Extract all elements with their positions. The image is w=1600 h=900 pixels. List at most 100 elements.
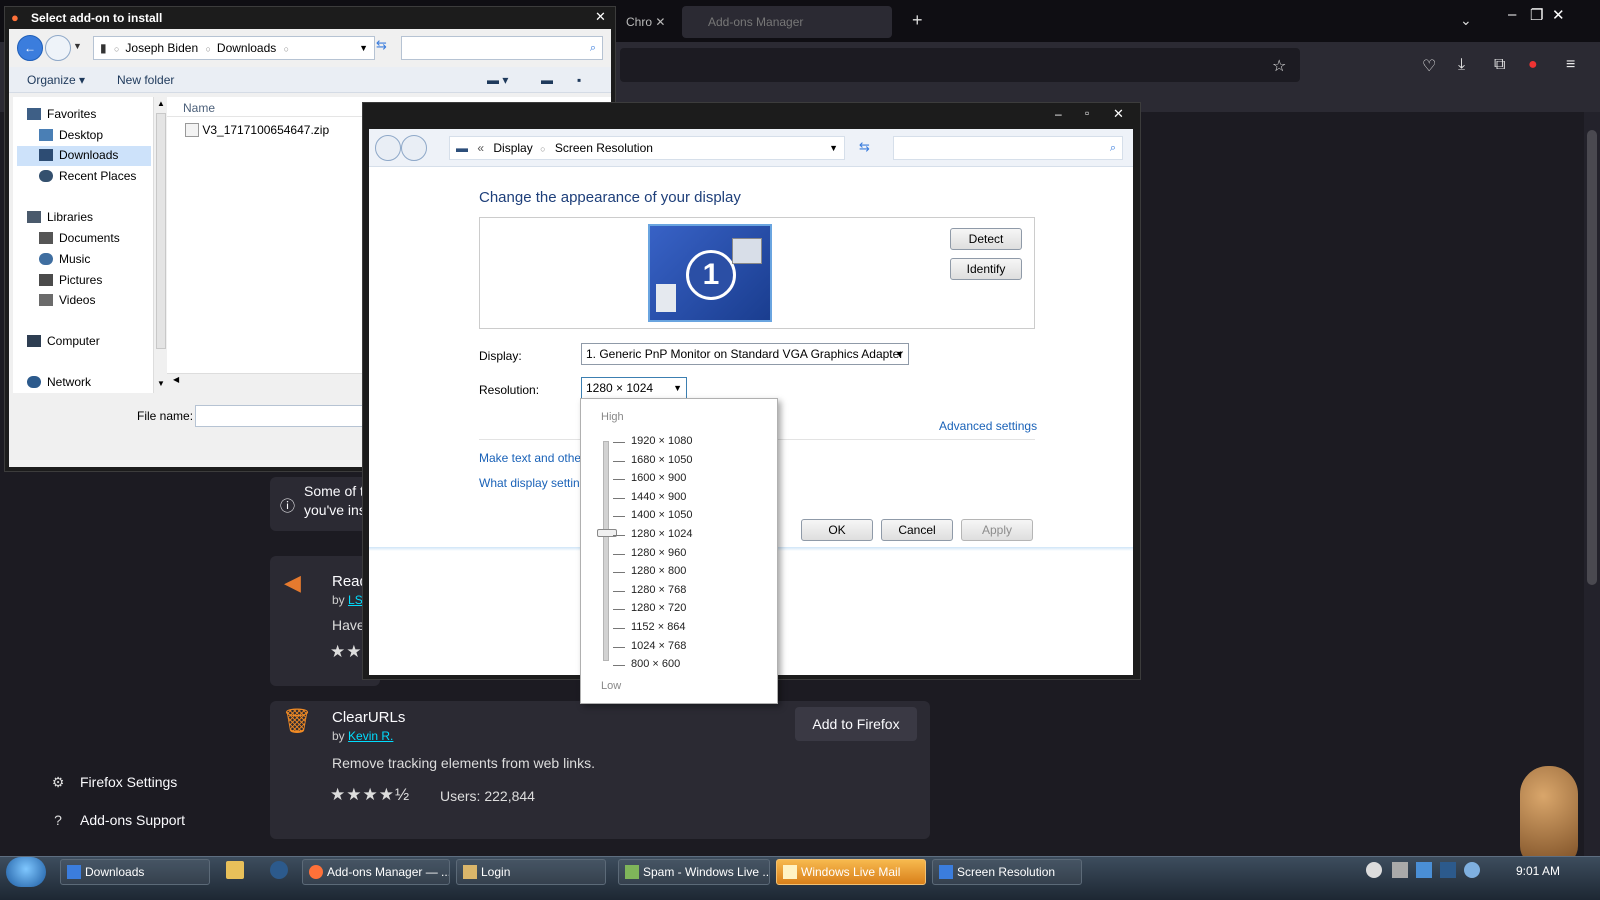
breadcrumb-user[interactable]: Joseph Biden <box>125 37 198 59</box>
resolution-option[interactable]: 1440 × 900 <box>631 491 686 503</box>
file-row[interactable]: V3_1717100654647.zip <box>185 123 329 137</box>
resolution-slider-track[interactable] <box>603 441 609 661</box>
resolution-option[interactable]: 1280 × 960 <box>631 547 686 559</box>
nav-documents[interactable]: Documents <box>39 231 120 245</box>
resolution-option[interactable]: 1152 × 864 <box>631 621 686 633</box>
add-to-firefox-button[interactable]: Add to Firefox <box>795 707 917 741</box>
resolution-option[interactable]: 1280 × 1024 <box>631 528 692 540</box>
tab-addons-manager[interactable]: Add-ons Manager <box>682 6 892 38</box>
nav-music[interactable]: Music <box>39 252 90 266</box>
downloads-icon[interactable]: ⤓ <box>1458 56 1465 74</box>
resolution-option[interactable]: 1400 × 1050 <box>631 509 692 521</box>
addon-author-link[interactable]: Kevin R. <box>348 729 393 743</box>
resolution-option[interactable]: 1280 × 800 <box>631 565 686 577</box>
apply-button[interactable]: Apply <box>961 519 1033 541</box>
resolution-select[interactable]: 1280 × 1024 ▼ <box>581 377 687 399</box>
nav-downloads[interactable]: Downloads <box>17 146 151 166</box>
address-dropdown-icon[interactable]: ▼ <box>359 37 368 59</box>
search-control-panel-input[interactable]: ⌕ <box>893 136 1123 160</box>
organize-menu[interactable]: Organize ▾ <box>27 73 85 87</box>
restore-icon[interactable]: ❐ <box>1530 6 1543 24</box>
resolution-option[interactable]: 1280 × 720 <box>631 602 686 614</box>
menu-icon[interactable]: ≡ <box>1566 56 1575 74</box>
ublock-icon[interactable]: ● <box>1528 56 1538 74</box>
sidebar-addons-support[interactable]: ? Add-ons Support <box>48 812 185 828</box>
help-icon[interactable]: ▪ <box>577 73 581 87</box>
quicklaunch-icon[interactable] <box>226 861 244 879</box>
volume-icon[interactable] <box>1464 862 1480 878</box>
resolution-option[interactable]: 1024 × 768 <box>631 640 686 652</box>
resolution-option[interactable]: 1280 × 768 <box>631 584 686 596</box>
tray-icon[interactable] <box>1392 862 1408 878</box>
addon-card-clearurls[interactable]: 🗑 ClearURLs by Kevin R. Remove tracking … <box>270 701 930 839</box>
address-dropdown-icon[interactable]: ▼ <box>829 137 838 159</box>
address-bar[interactable]: ▬ « Display ○ Screen Resolution ▼ <box>449 136 845 160</box>
close-icon[interactable]: ✕ <box>1113 106 1124 122</box>
quicklaunch-icon-2[interactable] <box>270 861 288 879</box>
cancel-button[interactable]: Cancel <box>881 519 953 541</box>
refresh-icon[interactable]: ⇆ <box>376 37 387 53</box>
monitor-1-thumbnail[interactable]: 1 <box>648 224 772 322</box>
minimize-icon[interactable]: – <box>1508 6 1516 23</box>
nav-pictures[interactable]: Pictures <box>39 273 102 287</box>
list-tabs-icon[interactable]: ⌄ <box>1460 12 1472 29</box>
maximize-icon[interactable]: ▫ <box>1085 106 1089 120</box>
identify-button[interactable]: Identify <box>950 258 1022 280</box>
forward-button[interactable] <box>45 35 71 61</box>
new-tab-button[interactable]: + <box>912 10 923 31</box>
preview-pane-icon[interactable]: ▬ <box>541 73 553 87</box>
new-folder-button[interactable]: New folder <box>117 73 174 87</box>
extensions-icon[interactable]: ⧉ <box>1494 56 1505 74</box>
clock[interactable]: 9:01 AM <box>1516 864 1560 878</box>
forward-button[interactable] <box>401 135 427 161</box>
taskbar-item-windows-live-mail[interactable]: Windows Live Mail <box>776 859 926 885</box>
scroll-up-icon[interactable]: ▲ <box>157 99 165 108</box>
bookmark-star-icon[interactable]: ☆ <box>1272 56 1286 76</box>
addon-title[interactable]: ClearURLs <box>332 709 405 726</box>
start-button[interactable] <box>6 857 46 887</box>
close-icon[interactable]: ✕ <box>595 9 606 25</box>
recent-pages-icon[interactable]: ▼ <box>73 41 82 51</box>
breadcrumb-display[interactable]: Display <box>493 137 532 159</box>
taskbar-item-login[interactable]: Login <box>456 859 606 885</box>
network-icon[interactable] <box>1440 862 1456 878</box>
minimize-icon[interactable]: – <box>1055 107 1062 121</box>
taskbar-item-spam[interactable]: Spam - Windows Live ... <box>618 859 770 885</box>
resolution-option[interactable]: 1600 × 900 <box>631 472 686 484</box>
nav-favorites[interactable]: Favorites <box>27 107 96 121</box>
breadcrumb-screen-resolution[interactable]: Screen Resolution <box>555 137 653 159</box>
close-icon[interactable]: ✕ <box>1552 6 1565 24</box>
ok-button[interactable]: OK <box>801 519 873 541</box>
taskbar-item-screen-resolution[interactable]: Screen Resolution <box>932 859 1082 885</box>
show-hidden-icons[interactable] <box>1366 862 1382 878</box>
nav-videos[interactable]: Videos <box>39 293 95 307</box>
back-button[interactable]: ← <box>17 35 43 61</box>
search-input[interactable]: ⌕ <box>401 36 603 60</box>
pocket-icon[interactable]: ♡ <box>1422 56 1436 76</box>
tab-chrome[interactable]: Chro ✕ <box>620 8 680 36</box>
advanced-settings-link[interactable]: Advanced settings <box>939 419 1037 433</box>
display-settings-help-link[interactable]: What display setting <box>479 476 586 490</box>
resolution-option[interactable]: 800 × 600 <box>631 658 680 670</box>
taskbar-item-downloads[interactable]: Downloads <box>60 859 210 885</box>
back-button[interactable] <box>375 135 401 161</box>
detect-button[interactable]: Detect <box>950 228 1022 250</box>
nav-desktop[interactable]: Desktop <box>39 128 103 142</box>
nav-computer[interactable]: Computer <box>27 334 100 348</box>
refresh-icon[interactable]: ⇆ <box>859 139 870 155</box>
tray-icon[interactable] <box>1416 862 1432 878</box>
taskbar-item-addons-manager[interactable]: Add-ons Manager — ... <box>302 859 450 885</box>
column-name[interactable]: Name <box>183 101 215 115</box>
scroll-left-icon[interactable]: ◀ <box>173 375 179 384</box>
scrollbar-thumb[interactable] <box>1587 130 1597 585</box>
resolution-option[interactable]: 1920 × 1080 <box>631 435 692 447</box>
nav-scrollbar[interactable]: ▲ ▼ <box>153 97 167 393</box>
sidebar-firefox-settings[interactable]: ⚙ Firefox Settings <box>48 774 178 791</box>
address-bar[interactable]: ▮ ○ Joseph Biden ○ Downloads ○ ▼ <box>93 36 375 60</box>
nav-network[interactable]: Network <box>27 375 91 389</box>
nav-libraries[interactable]: Libraries <box>27 210 93 224</box>
scroll-down-icon[interactable]: ▼ <box>157 379 165 388</box>
resolution-option[interactable]: 1680 × 1050 <box>631 454 692 466</box>
view-options-icon[interactable]: ▬ ▾ <box>487 73 508 87</box>
make-text-larger-link[interactable]: Make text and other <box>479 451 585 465</box>
